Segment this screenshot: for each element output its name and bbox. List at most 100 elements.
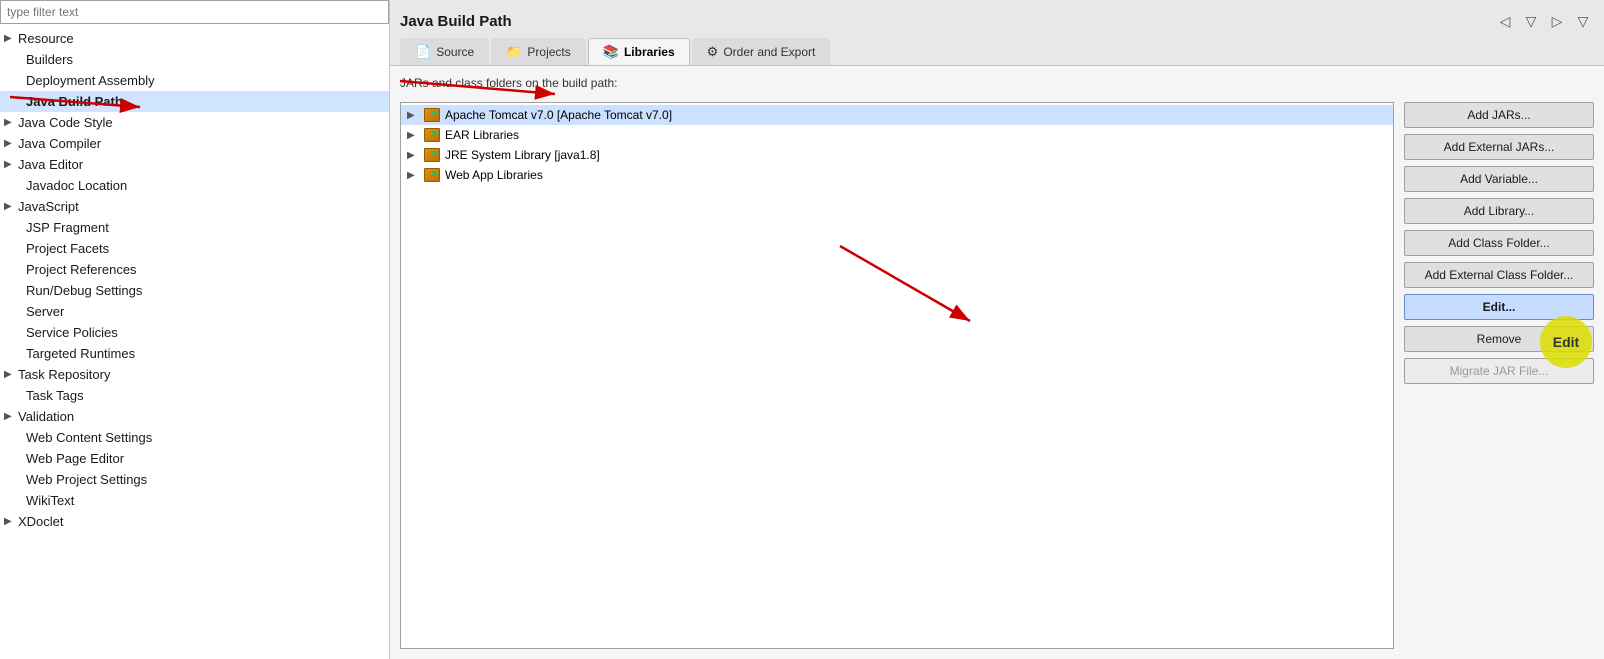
sidebar-item-label: Targeted Runtimes	[26, 346, 381, 361]
sidebar-item-label: XDoclet	[18, 514, 381, 529]
add-jars-button[interactable]: Add JARs...	[1404, 102, 1594, 128]
sidebar-item-wikitext[interactable]: WikiText	[0, 490, 389, 511]
expand-arrow-icon: ▶	[4, 117, 18, 128]
content-row: ▶ Apache Tomcat v7.0 [Apache Tomcat v7.0]…	[400, 102, 1594, 649]
nav-next-btn[interactable]: ▷	[1546, 10, 1568, 32]
sidebar-item-label: WikiText	[26, 493, 381, 508]
sidebar-item-label: Resource	[18, 31, 381, 46]
lib-item-web-app-libs[interactable]: ▶Web App Libraries	[401, 165, 1393, 185]
expand-arrow-icon: ▶	[4, 516, 18, 527]
main-body: JARs and class folders on the build path…	[390, 66, 1604, 659]
lib-label: JRE System Library [java1.8]	[445, 148, 600, 162]
lib-expand-arrow-icon: ▶	[407, 150, 419, 161]
sidebar-item-web-page-editor[interactable]: Web Page Editor	[0, 448, 389, 469]
lib-label: EAR Libraries	[445, 128, 519, 142]
sidebar-item-web-project-settings[interactable]: Web Project Settings	[0, 469, 389, 490]
filter-input[interactable]	[0, 0, 389, 24]
sidebar-item-label: Task Tags	[26, 388, 381, 403]
lib-expand-arrow-icon: ▶	[407, 130, 419, 141]
lib-label: Web App Libraries	[445, 168, 543, 182]
sidebar-item-java-editor[interactable]: ▶Java Editor	[0, 154, 389, 175]
sidebar-item-resource[interactable]: ▶Resource	[0, 28, 389, 49]
sidebar-item-validation[interactable]: ▶Validation	[0, 406, 389, 427]
sidebar-item-label: JavaScript	[18, 199, 381, 214]
sidebar-item-label: Server	[26, 304, 381, 319]
expand-arrow-icon: ▶	[4, 138, 18, 149]
sidebar-item-label: Java Build Path	[26, 94, 381, 109]
page-title: Java Build Path	[400, 13, 512, 30]
nav-down-btn[interactable]: ▽	[1520, 10, 1542, 32]
header-icons: ◁ ▽ ▷ ▽	[1494, 10, 1594, 32]
expand-arrow-icon: ▶	[4, 33, 18, 44]
add-library-button[interactable]: Add Library...	[1404, 198, 1594, 224]
sidebar-item-label: Java Code Style	[18, 115, 381, 130]
sidebar-item-java-compiler[interactable]: ▶Java Compiler	[0, 133, 389, 154]
sidebar-item-label: Project Facets	[26, 241, 381, 256]
sidebar-item-jsp-fragment[interactable]: JSP Fragment	[0, 217, 389, 238]
sidebar-item-label: Deployment Assembly	[26, 73, 381, 88]
tab-order-export[interactable]: ⚙ Order and Export	[692, 38, 831, 65]
sidebar-item-label: Web Page Editor	[26, 451, 381, 466]
remove-button[interactable]: Remove	[1404, 326, 1594, 352]
expand-arrow-icon: ▶	[4, 411, 18, 422]
sidebar-item-label: Java Compiler	[18, 136, 381, 151]
lib-book-icon	[424, 128, 440, 142]
tab-libraries[interactable]: 📚Libraries	[588, 38, 690, 65]
tab-source[interactable]: 📄 Source	[400, 38, 489, 65]
sidebar-item-web-content-settings[interactable]: Web Content Settings	[0, 427, 389, 448]
sidebar-item-builders[interactable]: Builders	[0, 49, 389, 70]
sidebar-item-label: Project References	[26, 262, 381, 277]
expand-arrow-icon: ▶	[4, 369, 18, 380]
libraries-tab-icon: 📚	[603, 44, 619, 60]
add-external-jars-button[interactable]: Add External JARs...	[1404, 134, 1594, 160]
sidebar-item-service-policies[interactable]: Service Policies	[0, 322, 389, 343]
migrate-jar-button: Migrate JAR File...	[1404, 358, 1594, 384]
sidebar-item-label: Task Repository	[18, 367, 381, 382]
buttons-panel: Add JARs... Add External JARs... Add Varia…	[1404, 102, 1594, 649]
nav-down2-btn[interactable]: ▽	[1572, 10, 1594, 32]
sidebar-item-run-debug-settings[interactable]: Run/Debug Settings	[0, 280, 389, 301]
nav-prev-btn[interactable]: ◁	[1494, 10, 1516, 32]
order-export-tab-icon: ⚙	[707, 44, 719, 60]
sidebar-item-javadoc-location[interactable]: Javadoc Location	[0, 175, 389, 196]
tabs-row: 📄 Source 📁 Projects 📚Libraries ⚙ Order and Exp…	[400, 38, 1594, 65]
sidebar-item-label: Run/Debug Settings	[26, 283, 381, 298]
sidebar-item-label: Web Project Settings	[26, 472, 381, 487]
sidebar-item-project-facets[interactable]: Project Facets	[0, 238, 389, 259]
add-variable-button[interactable]: Add Variable...	[1404, 166, 1594, 192]
edit-button[interactable]: Edit...	[1404, 294, 1594, 320]
lib-book-icon	[424, 168, 440, 182]
sidebar-item-xdoclet[interactable]: ▶XDoclet	[0, 511, 389, 532]
sidebar-item-targeted-runtimes[interactable]: Targeted Runtimes	[0, 343, 389, 364]
sidebar-item-server[interactable]: Server	[0, 301, 389, 322]
lib-item-jre-system[interactable]: ▶ JRE System Library [java1.8]	[401, 145, 1393, 165]
sidebar-item-task-tags[interactable]: Task Tags	[0, 385, 389, 406]
lib-item-tomcat[interactable]: ▶ Apache Tomcat v7.0 [Apache Tomcat v7.0]	[401, 105, 1393, 125]
sidebar-item-task-repository[interactable]: ▶Task Repository	[0, 364, 389, 385]
tab-label: Projects	[527, 45, 570, 59]
sidebar-item-label: Validation	[18, 409, 381, 424]
sidebar-item-label: Javadoc Location	[26, 178, 381, 193]
lib-book-icon	[424, 108, 440, 122]
sidebar-item-java-build-path[interactable]: Java Build Path	[0, 91, 389, 112]
lib-expand-arrow-icon: ▶	[407, 110, 419, 121]
sidebar-list: ▶ResourceBuildersDeployment AssemblyJava…	[0, 26, 389, 659]
lib-label: Apache Tomcat v7.0 [Apache Tomcat v7.0]	[445, 108, 672, 122]
projects-tab-icon: 📁	[506, 44, 522, 60]
sidebar-item-label: Web Content Settings	[26, 430, 381, 445]
tab-label: Order and Export	[723, 45, 815, 59]
sidebar-item-project-references[interactable]: Project References	[0, 259, 389, 280]
add-external-class-folder-button[interactable]: Add External Class Folder...	[1404, 262, 1594, 288]
sidebar-item-java-code-style[interactable]: ▶Java Code Style	[0, 112, 389, 133]
sidebar-item-deployment-assembly[interactable]: Deployment Assembly	[0, 70, 389, 91]
tab-label: Source	[436, 45, 474, 59]
sidebar-item-label: Service Policies	[26, 325, 381, 340]
sidebar-item-label: JSP Fragment	[26, 220, 381, 235]
source-tab-icon: 📄	[415, 44, 431, 60]
lib-book-icon	[424, 148, 440, 162]
main-header: Java Build Path ◁ ▽ ▷ ▽ 📄 Source 📁 Projects…	[390, 0, 1604, 66]
sidebar-item-javascript[interactable]: ▶JavaScript	[0, 196, 389, 217]
lib-item-ear-libs[interactable]: ▶ EAR Libraries	[401, 125, 1393, 145]
tab-projects[interactable]: 📁 Projects	[491, 38, 586, 65]
add-class-folder-button[interactable]: Add Class Folder...	[1404, 230, 1594, 256]
